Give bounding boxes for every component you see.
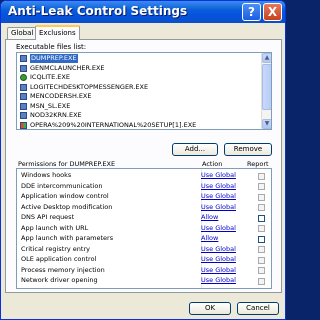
action-link[interactable]: Allow	[201, 234, 218, 244]
windows-icon	[20, 121, 27, 129]
help-icon: ?	[248, 5, 255, 19]
report-checkbox[interactable]	[258, 267, 265, 274]
action-link[interactable]: Use Global	[201, 266, 236, 276]
files-scrollbar[interactable]: ▲ ▼	[261, 53, 271, 129]
table-row: DDE intercommunication Use Global	[17, 182, 271, 192]
list-item[interactable]: MSN_SL.EXE	[18, 102, 263, 111]
tab-exclusions[interactable]: Exclusions	[35, 25, 80, 40]
action-link[interactable]: Allow	[201, 213, 218, 223]
permissions-table: Windows hooks Use Global DDE intercommun…	[16, 168, 272, 289]
report-checkbox[interactable]	[258, 214, 265, 222]
list-item[interactable]: OPERA%209%20INTERNATIONAL%20SETUP[1].EXE	[18, 121, 263, 130]
action-link[interactable]: Use Global	[201, 255, 236, 265]
action-link[interactable]: Use Global	[201, 171, 236, 181]
table-row: OLE application control Use Global	[17, 255, 271, 265]
scroll-thumb[interactable]	[262, 64, 271, 110]
table-row: Active Desktop modification Use Global	[17, 203, 271, 213]
report-checkbox[interactable]	[258, 246, 265, 253]
report-checkbox[interactable]	[258, 204, 265, 211]
title-bar[interactable]: Anti-Leak Control Settings ? X	[1, 1, 285, 23]
list-item[interactable]: NOD32KRN.EXE	[18, 111, 263, 120]
permissions-label: Permissions for DUMPREP.EXE	[18, 160, 116, 168]
settings-window: Anti-Leak Control Settings ? X Global Ex…	[0, 0, 286, 320]
action-link[interactable]: Use Global	[201, 245, 236, 255]
action-link[interactable]: Use Global	[201, 203, 236, 213]
list-item[interactable]: DUMPREP.EXE	[18, 54, 263, 63]
file-icon	[20, 83, 27, 91]
file-icon	[20, 102, 27, 110]
list-item[interactable]: ICQLITE.EXE	[18, 73, 263, 82]
file-icon	[20, 55, 27, 62]
cancel-button[interactable]: Cancel	[237, 302, 279, 315]
file-icon	[20, 93, 27, 100]
action-link[interactable]: Use Global	[201, 276, 236, 286]
list-item[interactable]: GENMCLAUNCHER.EXE	[18, 64, 263, 73]
report-checkbox[interactable]	[258, 193, 265, 201]
table-row: Critical registry entry Use Global	[17, 245, 271, 255]
scroll-up-icon[interactable]: ▲	[262, 53, 271, 63]
remove-button[interactable]: Remove	[224, 143, 272, 156]
close-icon: X	[267, 5, 278, 19]
report-checkbox[interactable]	[258, 235, 265, 243]
table-row: App launch with parameters Allow	[17, 234, 271, 244]
action-link[interactable]: Use Global	[201, 182, 236, 192]
list-item[interactable]: LOGITECHDESKTOPMESSENGER.EXE	[18, 83, 263, 92]
files-list-label: Executable files list:	[16, 43, 87, 51]
report-column-header: Report	[247, 160, 269, 168]
table-row: Windows hooks Use Global	[17, 171, 271, 181]
action-column-header: Action	[202, 160, 223, 168]
tab-global[interactable]: Global	[7, 27, 38, 39]
ok-button[interactable]: OK	[189, 302, 231, 315]
scroll-down-icon[interactable]: ▼	[262, 119, 271, 129]
report-checkbox[interactable]	[258, 277, 265, 285]
window-title: Anti-Leak Control Settings	[8, 4, 188, 18]
help-button[interactable]: ?	[242, 3, 261, 21]
table-row: DNS API request Allow	[17, 213, 271, 223]
files-list[interactable]: DUMPREP.EXE GENMCLAUNCHER.EXE ICQLITE.EX…	[16, 52, 272, 130]
file-icon	[20, 64, 27, 72]
exclusions-panel: Executable files list: DUMPREP.EXE GENMC…	[5, 39, 282, 293]
table-row: Network driver opening Use Global	[17, 276, 271, 286]
report-checkbox[interactable]	[258, 256, 265, 264]
gear-icon	[20, 74, 27, 81]
table-row: App launch with URL Use Global	[17, 224, 271, 234]
file-icon	[20, 112, 27, 119]
report-checkbox[interactable]	[258, 172, 265, 180]
action-link[interactable]: Use Global	[201, 224, 236, 234]
table-row: Process memory injection Use Global	[17, 266, 271, 276]
report-checkbox[interactable]	[258, 225, 265, 232]
table-row: Application window control Use Global	[17, 192, 271, 202]
add-button[interactable]: Add...	[172, 143, 218, 156]
close-button[interactable]: X	[263, 3, 282, 21]
list-item[interactable]: MENCODERSH.EXE	[18, 92, 263, 101]
action-link[interactable]: Use Global	[201, 192, 236, 202]
report-checkbox[interactable]	[258, 183, 265, 190]
